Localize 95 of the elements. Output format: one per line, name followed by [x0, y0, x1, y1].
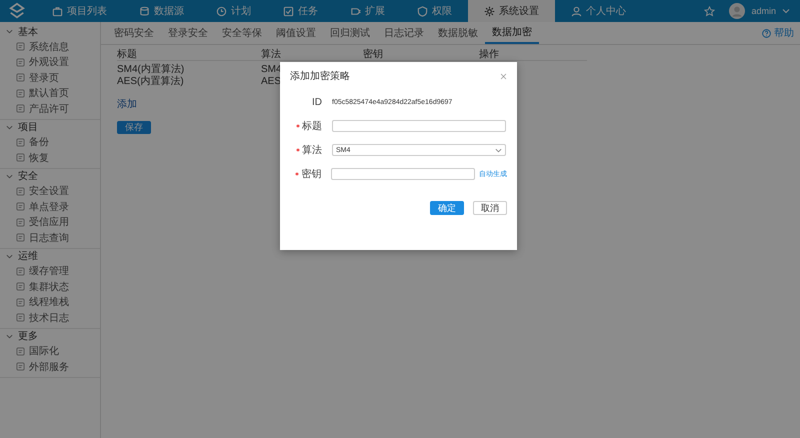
page-icon: [16, 313, 25, 322]
page-icon: [16, 186, 25, 196]
page-icon: [16, 202, 25, 212]
sidebar-item[interactable]: 缓存管理: [29, 264, 69, 278]
column-header: 算法: [261, 49, 281, 60]
checkbox-icon: [283, 6, 294, 16]
tab[interactable]: 安全等保: [215, 22, 269, 44]
nav-item[interactable]: 数据源: [123, 0, 200, 22]
logo-icon: [8, 2, 26, 20]
input-field[interactable]: [331, 168, 475, 180]
sidebar-item[interactable]: 日志查询: [29, 230, 69, 245]
field-label: 算法: [302, 144, 322, 157]
shield-icon: [417, 6, 428, 16]
nav-item[interactable]: 项目列表: [36, 0, 123, 22]
add-link[interactable]: 添加: [117, 97, 137, 111]
nav-item[interactable]: 扩展: [334, 0, 401, 22]
page-icon: [16, 138, 25, 147]
field-label: 密钥: [301, 168, 322, 181]
sidebar-item[interactable]: 登录页: [29, 70, 59, 85]
plug-icon: [350, 6, 361, 16]
page-icon: [16, 218, 25, 227]
page-icon: [16, 42, 25, 52]
sidebar-item[interactable]: 外部服务: [29, 360, 69, 374]
page-icon: [16, 282, 25, 292]
page-icon: [16, 362, 25, 372]
tab[interactable]: 登录安全: [161, 22, 215, 44]
gear-icon: [484, 6, 495, 16]
tab[interactable]: 阈值设置: [269, 22, 323, 44]
dialog-title: 添加加密策略: [290, 70, 350, 83]
sidebar-item[interactable]: 技术日志: [29, 310, 69, 325]
chevron-icon[interactable]: [6, 124, 13, 130]
page-icon: [16, 233, 25, 242]
sidebar-item[interactable]: 默认首页: [29, 86, 69, 100]
user-name[interactable]: admin: [751, 6, 776, 16]
group-title[interactable]: 更多: [18, 329, 38, 343]
help-icon[interactable]: [762, 28, 771, 38]
nav-item[interactable]: 系统设置: [468, 0, 555, 22]
page-icon: [16, 153, 25, 162]
star-icon[interactable]: [704, 6, 716, 16]
help-link[interactable]: 帮助: [774, 26, 794, 40]
nav-item[interactable]: 权限: [401, 0, 468, 22]
group-title[interactable]: 运维: [18, 249, 38, 263]
sidebar-item[interactable]: 单点登录: [29, 200, 69, 214]
caret-icon[interactable]: [495, 146, 502, 154]
avatar-icon[interactable]: [729, 3, 746, 19]
save-button[interactable]: 保存: [117, 121, 151, 134]
group-title[interactable]: 安全: [18, 169, 38, 183]
sidebar-item[interactable]: 集群状态: [29, 280, 69, 294]
sidebar-item[interactable]: 国际化: [29, 344, 59, 358]
nav-item[interactable]: 个人中心: [555, 0, 642, 22]
column-header: 标题: [117, 49, 137, 60]
chevron-icon[interactable]: [6, 332, 13, 340]
page-icon: [16, 73, 25, 82]
close-icon[interactable]: [500, 72, 507, 80]
field-label: 标题: [302, 120, 322, 133]
sidebar-item[interactable]: 系统信息: [29, 40, 69, 54]
chevron-icon[interactable]: [6, 252, 13, 260]
sidebar-item[interactable]: 备份: [29, 135, 49, 150]
cancel-button[interactable]: 取消: [473, 201, 507, 215]
person-icon: [571, 6, 582, 16]
sidebar-item[interactable]: 安全设置: [29, 184, 69, 198]
sidebar-item[interactable]: 恢复: [29, 150, 49, 165]
group-title[interactable]: 项目: [18, 120, 38, 134]
tab[interactable]: 数据加密: [485, 22, 539, 44]
caret-icon[interactable]: [782, 7, 790, 15]
column-header: 操作: [479, 49, 499, 60]
tab[interactable]: 回归测试: [323, 22, 377, 44]
page-icon: [16, 298, 25, 307]
tab[interactable]: 密码安全: [107, 22, 161, 44]
page-icon: [16, 104, 25, 114]
table-cell: AES(内置算法): [117, 76, 184, 87]
confirm-button[interactable]: 确定: [430, 201, 464, 215]
page-icon: [16, 346, 25, 356]
clock-icon: [216, 6, 227, 16]
chevron-icon[interactable]: [6, 172, 13, 180]
sidebar-item[interactable]: 线程堆栈: [29, 295, 69, 310]
table-cell: AES: [261, 76, 282, 86]
database-icon: [139, 6, 150, 16]
tab[interactable]: 数据脱敏: [431, 22, 485, 44]
nav-item[interactable]: 计划: [200, 0, 267, 22]
page-icon: [16, 266, 25, 276]
page-icon: [16, 88, 25, 98]
sidebar-item[interactable]: 产品许可: [29, 102, 69, 116]
sidebar-item[interactable]: 外观设置: [29, 55, 69, 70]
id-label: ID: [311, 96, 323, 108]
sidebar-item[interactable]: 受信应用: [29, 215, 69, 230]
group-title[interactable]: 基本: [18, 24, 38, 38]
input-field[interactable]: [332, 120, 506, 132]
nav-item[interactable]: 任务: [267, 0, 334, 22]
briefcase-icon: [52, 6, 63, 16]
page-icon: [16, 58, 25, 67]
column-header: 密钥: [363, 49, 383, 60]
chevron-icon[interactable]: [6, 28, 13, 35]
tab[interactable]: 日志记录: [377, 22, 431, 44]
table-cell: SM4(内置算法): [117, 64, 184, 75]
